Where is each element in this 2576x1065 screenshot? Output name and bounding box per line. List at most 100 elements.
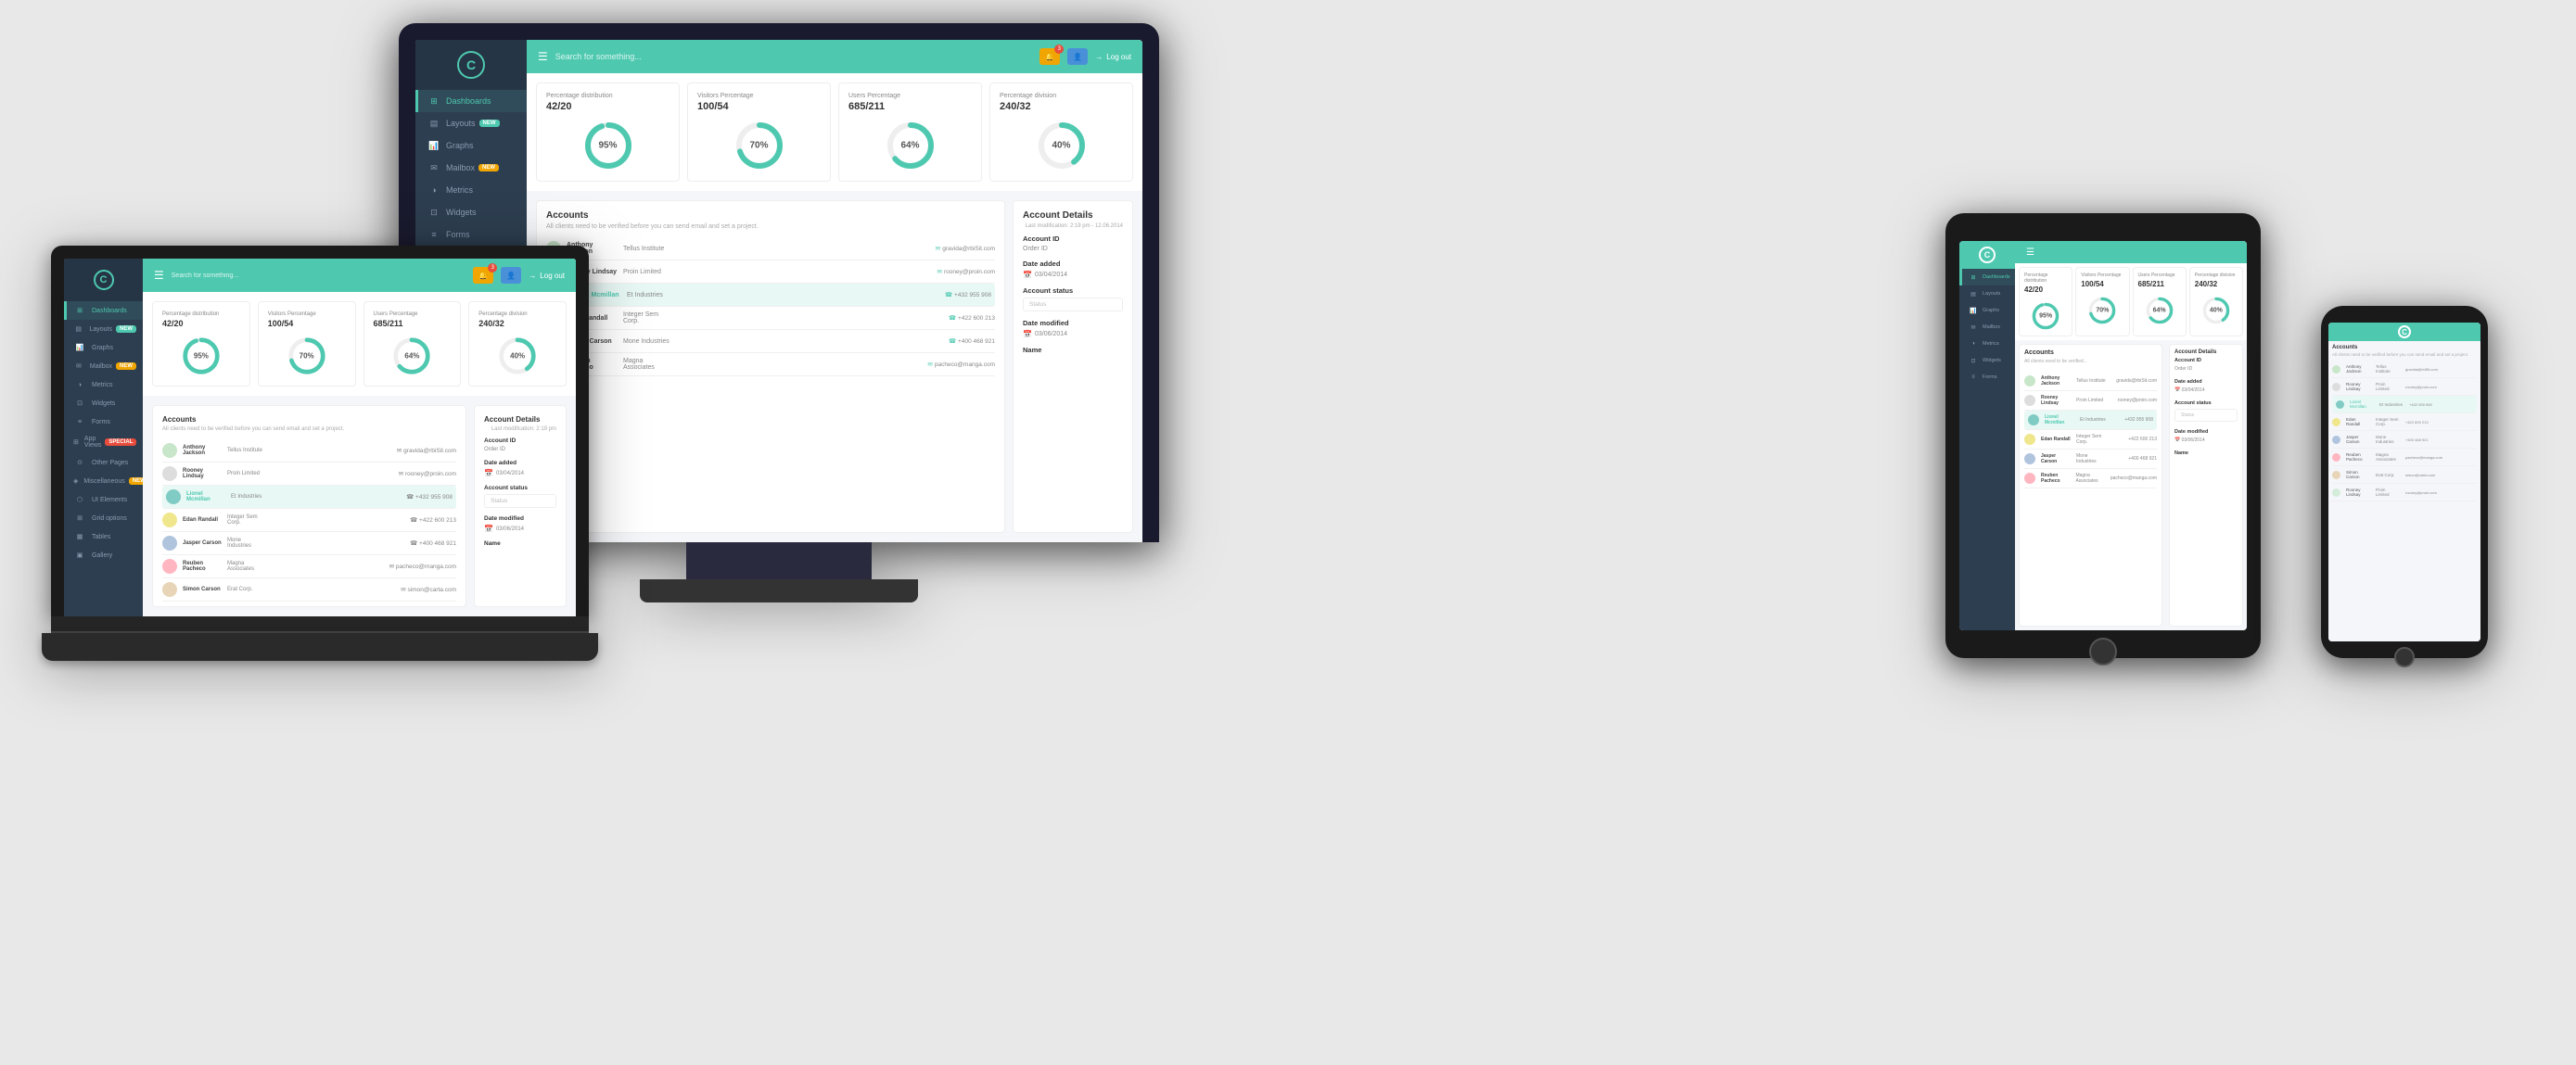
sidebar-item-metrics[interactable]: ◑ Metrics: [415, 179, 527, 201]
detail-value-dateadded: 📅 03/04/2014: [1023, 271, 1123, 279]
sidebar-item[interactable]: ▤ Layouts NEW: [64, 320, 143, 338]
sidebar-item[interactable]: ▣ Gallery: [64, 546, 143, 564]
stat-card-3: Percentage division 240/32 40%: [989, 82, 1133, 182]
search-input[interactable]: [172, 273, 466, 279]
profile-icon[interactable]: 👤: [501, 267, 521, 284]
laptop: C ⊞ Dashboards ▤ Layouts NEW 📊: [51, 246, 589, 783]
row-company: Et Industries: [231, 494, 270, 500]
sidebar-item[interactable]: ◑Metrics: [1959, 336, 2015, 352]
sidebar-item[interactable]: ≡Forms: [1959, 369, 2015, 386]
detail-field-name: Name: [1023, 346, 1123, 354]
sidebar-item[interactable]: ◑ Metrics: [64, 375, 143, 394]
stat-card-1: Visitors Percentage 100/54 70%: [687, 82, 831, 182]
sidebar-item-forms[interactable]: ≡ Forms: [415, 223, 527, 246]
email-icon: ✉: [401, 587, 405, 593]
field-id: Account ID Order ID: [484, 437, 556, 452]
stat-label-2: Users Percentage: [848, 93, 972, 99]
donut: 95%: [2031, 301, 2060, 331]
sidebar-item[interactable]: ⬡ UI Elements: [64, 490, 143, 509]
section-title: Accounts: [2024, 349, 2157, 356]
icon: 📊: [1967, 306, 1980, 315]
sidebar-item[interactable]: ✉ Mailbox NEW: [64, 357, 143, 375]
phone-screen: C Accounts All clients need to be verifi…: [2328, 323, 2480, 641]
notification-icon[interactable]: 🔔 3: [1039, 48, 1060, 65]
sidebar-item-otherpages[interactable]: ⊙ Other Pages: [64, 453, 143, 472]
sidebar-item-graphs[interactable]: 📊 Graphs: [415, 134, 527, 157]
sidebar-item-widgets[interactable]: ⊡ Widgets: [415, 201, 527, 223]
laptop-body: [42, 633, 598, 661]
sidebar-item-mailbox[interactable]: ✉ Mailbox NEW: [415, 157, 527, 179]
sidebar-item[interactable]: ▦ Tables: [64, 527, 143, 546]
sidebar-item[interactable]: ⊞ Grid options: [64, 509, 143, 527]
sidebar-item[interactable]: ⊡ Widgets: [64, 394, 143, 412]
tablet-screen: C ⊞Dashboards ▤Layouts 📊Graphs ✉Mailbox …: [1959, 241, 2247, 630]
row-contact: pacheco@manga.com: [2405, 455, 2477, 460]
table-row: Jasper CarsonMone Industries+400 468 921: [2332, 431, 2477, 449]
logo-icon: C: [457, 51, 485, 79]
stat-label: Users Percentage: [2138, 273, 2181, 278]
menu-icon[interactable]: ☰: [154, 269, 164, 282]
table-row: Jasper Carson Mone Industries ☎+400 468 …: [546, 330, 995, 353]
row-contact: ☎+432 955 908: [683, 291, 991, 298]
stat-value: 685/211: [2138, 280, 2181, 288]
icon: ▣: [73, 551, 86, 560]
accounts-table: Accounts All clients need to be verified…: [2019, 344, 2162, 627]
menu-icon[interactable]: ☰: [538, 50, 548, 63]
sidebar-item[interactable]: ≡ Forms: [64, 412, 143, 431]
sidebar-item[interactable]: ⊞ Dashboards: [64, 301, 143, 320]
table-row-highlight: Lionel McmillanEt Industries☎ +432 955 9…: [162, 486, 456, 509]
search-input[interactable]: [555, 52, 1033, 61]
phone-home-button[interactable]: [2394, 647, 2415, 667]
field: Name: [2174, 450, 2238, 456]
details-timestamp: Last modification: 2:19 pm - 12.06.2014: [1023, 223, 1123, 229]
phone: C Accounts All clients need to be verifi…: [2321, 306, 2488, 658]
menu-icon[interactable]: ☰: [2026, 247, 2034, 258]
section-subtitle: All clients need to be verified before y…: [162, 426, 456, 432]
logout-button[interactable]: → Log out: [1095, 53, 1131, 61]
tablet-home-button[interactable]: [2089, 638, 2117, 666]
stat-card: Users Percentage 685/211 64%: [363, 301, 462, 387]
avatar: [162, 466, 177, 481]
sidebar-item[interactable]: ▤Layouts: [1959, 285, 2015, 302]
icon: ≡: [1967, 373, 1980, 382]
avatar: [2336, 400, 2344, 409]
logout-button[interactable]: →Log out: [529, 272, 565, 280]
sidebar-item[interactable]: ✉Mailbox: [1959, 319, 2015, 336]
sidebar-item[interactable]: ◈ Miscellaneous NEW: [64, 472, 143, 490]
detail-field-status: Account status Status: [1023, 286, 1123, 311]
email-icon: ✉: [937, 269, 942, 275]
stats-row: Percentage distribution 42/20 95%: [2015, 263, 2247, 340]
donut-3: 40%: [1036, 120, 1088, 171]
profile-icon[interactable]: 👤: [1067, 48, 1088, 65]
sidebar-item[interactable]: ⊞ App Views SPECIAL: [64, 431, 143, 453]
sidebar-item[interactable]: ⊡Widgets: [1959, 352, 2015, 369]
stat-label-1: Visitors Percentage: [697, 93, 821, 99]
dashboards-icon: ⊞: [427, 96, 440, 106]
detail-field-datemod: Date modified 📅 03/06/2014: [1023, 319, 1123, 338]
field: Date modified 📅 03/06/2014: [2174, 429, 2238, 443]
donut: 70%: [287, 336, 327, 376]
label-id: Account ID: [484, 437, 556, 444]
row-company: Integer Sem Corp.: [2076, 434, 2106, 445]
notification-icon[interactable]: 🔔3: [473, 267, 493, 284]
sidebar-item-dashboards[interactable]: ⊞ Dashboards: [415, 90, 527, 112]
laptop-hinge: [51, 616, 589, 633]
sidebar-item[interactable]: 📊Graphs: [1959, 302, 2015, 319]
sidebar-item[interactable]: 📊 Graphs: [64, 338, 143, 357]
field-datemod: Date modified 📅 03/06/2014: [484, 515, 556, 533]
label-status: Account status: [2174, 400, 2238, 406]
sidebar-item-layouts[interactable]: ▤ Layouts NEW: [415, 112, 527, 134]
stat-value: 240/32: [2195, 280, 2238, 288]
table-row: Jasper CarsonMone Industries+400 468 921: [2024, 450, 2157, 469]
detail-label-datemod: Date modified: [1023, 319, 1123, 327]
table-row-highlight: Lionel Mcmillan Et Industries ☎+432 955 …: [546, 284, 995, 307]
monitor-stand: [686, 542, 872, 579]
row-company: Magna Associates: [623, 358, 674, 371]
donut-container: 40%: [478, 336, 556, 376]
row-company: Et Industries: [2379, 402, 2404, 407]
sidebar-item[interactable]: ⊞Dashboards: [1959, 269, 2015, 285]
status-badge: Status: [2174, 409, 2238, 422]
table-row: Reuben PachecoMagna Associatespacheco@ma…: [2332, 449, 2477, 466]
topbar-icons: 🔔3 👤 →Log out: [473, 267, 565, 284]
calendar-icon: 📅: [1023, 271, 1032, 279]
